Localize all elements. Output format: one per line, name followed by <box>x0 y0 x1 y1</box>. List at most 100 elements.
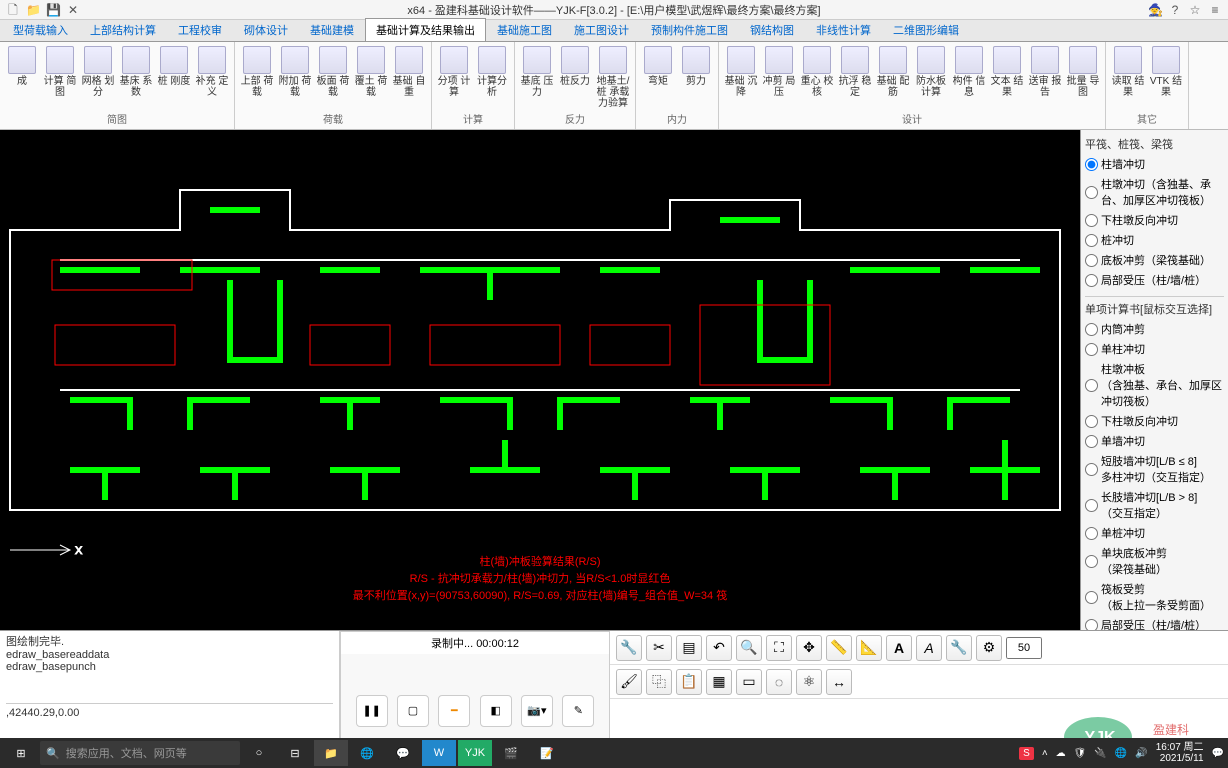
radio-input[interactable] <box>1085 591 1098 604</box>
pause-button[interactable]: ❚❚ <box>356 695 388 727</box>
app-yjk[interactable]: YJK <box>458 740 492 766</box>
ribbon-button[interactable]: 网格 划分 <box>80 44 116 110</box>
option-radio[interactable]: 柱墩冲板 （含独基、承台、加厚区冲切筏板） <box>1085 359 1224 411</box>
ribbon-button[interactable]: 基底 压力 <box>519 44 555 110</box>
font-a-icon[interactable]: A <box>916 635 942 661</box>
rec-tool1-button[interactable]: ◧ <box>480 695 512 727</box>
tab-9[interactable]: 钢结构图 <box>739 18 805 41</box>
tray-net-icon[interactable]: 🌐 <box>1115 748 1127 759</box>
zoom-icon[interactable]: 🔍 <box>736 635 762 661</box>
zoom-ext-icon[interactable]: ⛶ <box>766 635 792 661</box>
ribbon-button[interactable]: 防水板 计算 <box>913 44 949 110</box>
app-wechat[interactable]: 💬 <box>386 740 420 766</box>
radio-input[interactable] <box>1085 555 1098 568</box>
option-radio[interactable]: 局部受压（柱/墙/桩） <box>1085 270 1224 290</box>
radio-input[interactable] <box>1085 274 1098 287</box>
option-radio[interactable]: 单桩冲切 <box>1085 523 1224 543</box>
tab-0[interactable]: 型荷载输入 <box>2 18 79 41</box>
option-radio[interactable]: 底板冲剪（梁筏基础） <box>1085 250 1224 270</box>
radio-input[interactable] <box>1085 379 1098 392</box>
text-a-icon[interactable]: A <box>886 635 912 661</box>
marker-button[interactable]: ━ <box>438 695 470 727</box>
open-icon[interactable]: 📁 <box>26 3 40 17</box>
new-icon[interactable]: 🗋 <box>6 3 20 17</box>
app-edge[interactable]: 🌐 <box>350 740 384 766</box>
ribbon-button[interactable]: 批量 导图 <box>1065 44 1101 110</box>
star-icon[interactable]: ☆ <box>1188 3 1202 17</box>
ribbon-button[interactable]: 冲剪 局压 <box>761 44 797 110</box>
ribbon-button[interactable]: 桩 刚度 <box>156 44 192 110</box>
grid-icon[interactable]: ▦ <box>706 669 732 695</box>
drawing-canvas[interactable]: X 柱(墙)冲板验算结果(R/S) R/S - 抗冲切承载力/柱(墙)冲切力, … <box>0 130 1080 630</box>
sel-lasso-icon[interactable]: ◌ <box>766 669 792 695</box>
option-radio[interactable]: 柱墙冲切 <box>1085 154 1224 174</box>
brush-icon[interactable]: 🖌 <box>616 669 642 695</box>
copy-icon[interactable]: ⿻ <box>646 669 672 695</box>
option-radio[interactable]: 内筒冲剪 <box>1085 319 1224 339</box>
tab-2[interactable]: 工程校审 <box>167 18 233 41</box>
radio-input[interactable] <box>1085 234 1098 247</box>
option-radio[interactable]: 单柱冲切 <box>1085 339 1224 359</box>
tab-4[interactable]: 基础建模 <box>299 18 365 41</box>
ribbon-button[interactable]: 分项 计算 <box>436 44 472 110</box>
pencil-button[interactable]: ✎ <box>562 695 594 727</box>
tab-7[interactable]: 施工图设计 <box>563 18 640 41</box>
cortana-icon[interactable]: ○ <box>242 740 276 766</box>
start-button[interactable]: ⊞ <box>4 740 38 766</box>
ribbon-button[interactable]: 重心 校核 <box>799 44 835 110</box>
ribbon-button[interactable]: 剪力 <box>678 44 714 110</box>
radio-input[interactable] <box>1085 619 1098 631</box>
tab-1[interactable]: 上部结构计算 <box>79 18 167 41</box>
wizard-icon[interactable]: 🧙 <box>1148 3 1162 17</box>
tab-8[interactable]: 预制构件施工图 <box>640 18 739 41</box>
tray-vol-icon[interactable]: 🔊 <box>1135 748 1147 759</box>
ribbon-button[interactable]: 地基土/桩 承载力验算 <box>595 44 631 110</box>
ribbon-button[interactable]: 送审 报告 <box>1027 44 1063 110</box>
undo-icon[interactable]: ↶ <box>706 635 732 661</box>
radio-input[interactable] <box>1085 214 1098 227</box>
ribbon-button[interactable]: 基础 沉降 <box>723 44 759 110</box>
ribbon-button[interactable]: 计算分析 <box>474 44 510 110</box>
option-radio[interactable]: 桩冲切 <box>1085 230 1224 250</box>
tray-cloud-icon[interactable]: ☁ <box>1056 748 1066 759</box>
tab-10[interactable]: 非线性计算 <box>805 18 882 41</box>
radio-input[interactable] <box>1085 343 1098 356</box>
radio-input[interactable] <box>1085 186 1098 199</box>
option-radio[interactable]: 单块底板冲剪 （梁筏基础） <box>1085 543 1224 579</box>
ribbon-button[interactable]: 构件 信息 <box>951 44 987 110</box>
option-radio[interactable]: 短肢墙冲切[L/B ≤ 8] 多柱冲切（交互指定） <box>1085 451 1224 487</box>
save-icon[interactable]: 💾 <box>46 3 60 17</box>
option-radio[interactable]: 下柱墩反向冲切 <box>1085 411 1224 431</box>
tab-6[interactable]: 基础施工图 <box>486 18 563 41</box>
radio-input[interactable] <box>1085 323 1098 336</box>
taskbar-search[interactable]: 🔍 搜索应用、文档、网页等 <box>40 741 240 765</box>
app-explorer[interactable]: 📁 <box>314 740 348 766</box>
radio-input[interactable] <box>1085 158 1098 171</box>
ribbon-button[interactable]: 上部 荷载 <box>239 44 275 110</box>
radio-input[interactable] <box>1085 463 1098 476</box>
taskview-icon[interactable]: ⊟ <box>278 740 312 766</box>
option-radio[interactable]: 长肢墙冲切[L/B > 8] （交互指定） <box>1085 487 1224 523</box>
ribbon-button[interactable]: 补充 定义 <box>194 44 230 110</box>
ribbon-button[interactable]: 板面 荷载 <box>315 44 351 110</box>
ribbon-button[interactable]: 附加 荷载 <box>277 44 313 110</box>
tab-3[interactable]: 砌体设计 <box>233 18 299 41</box>
tray-power-icon[interactable]: 🔌 <box>1094 748 1106 759</box>
camera-button[interactable]: 📷▾ <box>521 695 553 727</box>
tray-sogou-icon[interactable]: S <box>1019 747 1034 760</box>
radio-input[interactable] <box>1085 499 1098 512</box>
app-recorder[interactable]: 🎬 <box>494 740 528 766</box>
ribbon-button[interactable]: 成 <box>4 44 40 110</box>
system-tray[interactable]: S ˄ ☁ 🛡 🔌 🌐 🔊 16:07 周二 2021/5/11 💬 <box>1019 742 1224 764</box>
option-radio[interactable]: 单墙冲切 <box>1085 431 1224 451</box>
zoom-percent[interactable] <box>1006 637 1042 659</box>
settings-icon[interactable]: 🔧 <box>946 635 972 661</box>
tab-11[interactable]: 二维图形编辑 <box>882 18 970 41</box>
ribbon-button[interactable]: 覆土 荷载 <box>353 44 389 110</box>
radio-input[interactable] <box>1085 435 1098 448</box>
measure-icon[interactable]: 📏 <box>826 635 852 661</box>
help-icon[interactable]: ? <box>1168 3 1182 17</box>
ribbon-button[interactable]: 基础 自重 <box>391 44 427 110</box>
menu-icon[interactable]: ≡ <box>1208 3 1222 17</box>
ribbon-button[interactable]: 弯矩 <box>640 44 676 110</box>
